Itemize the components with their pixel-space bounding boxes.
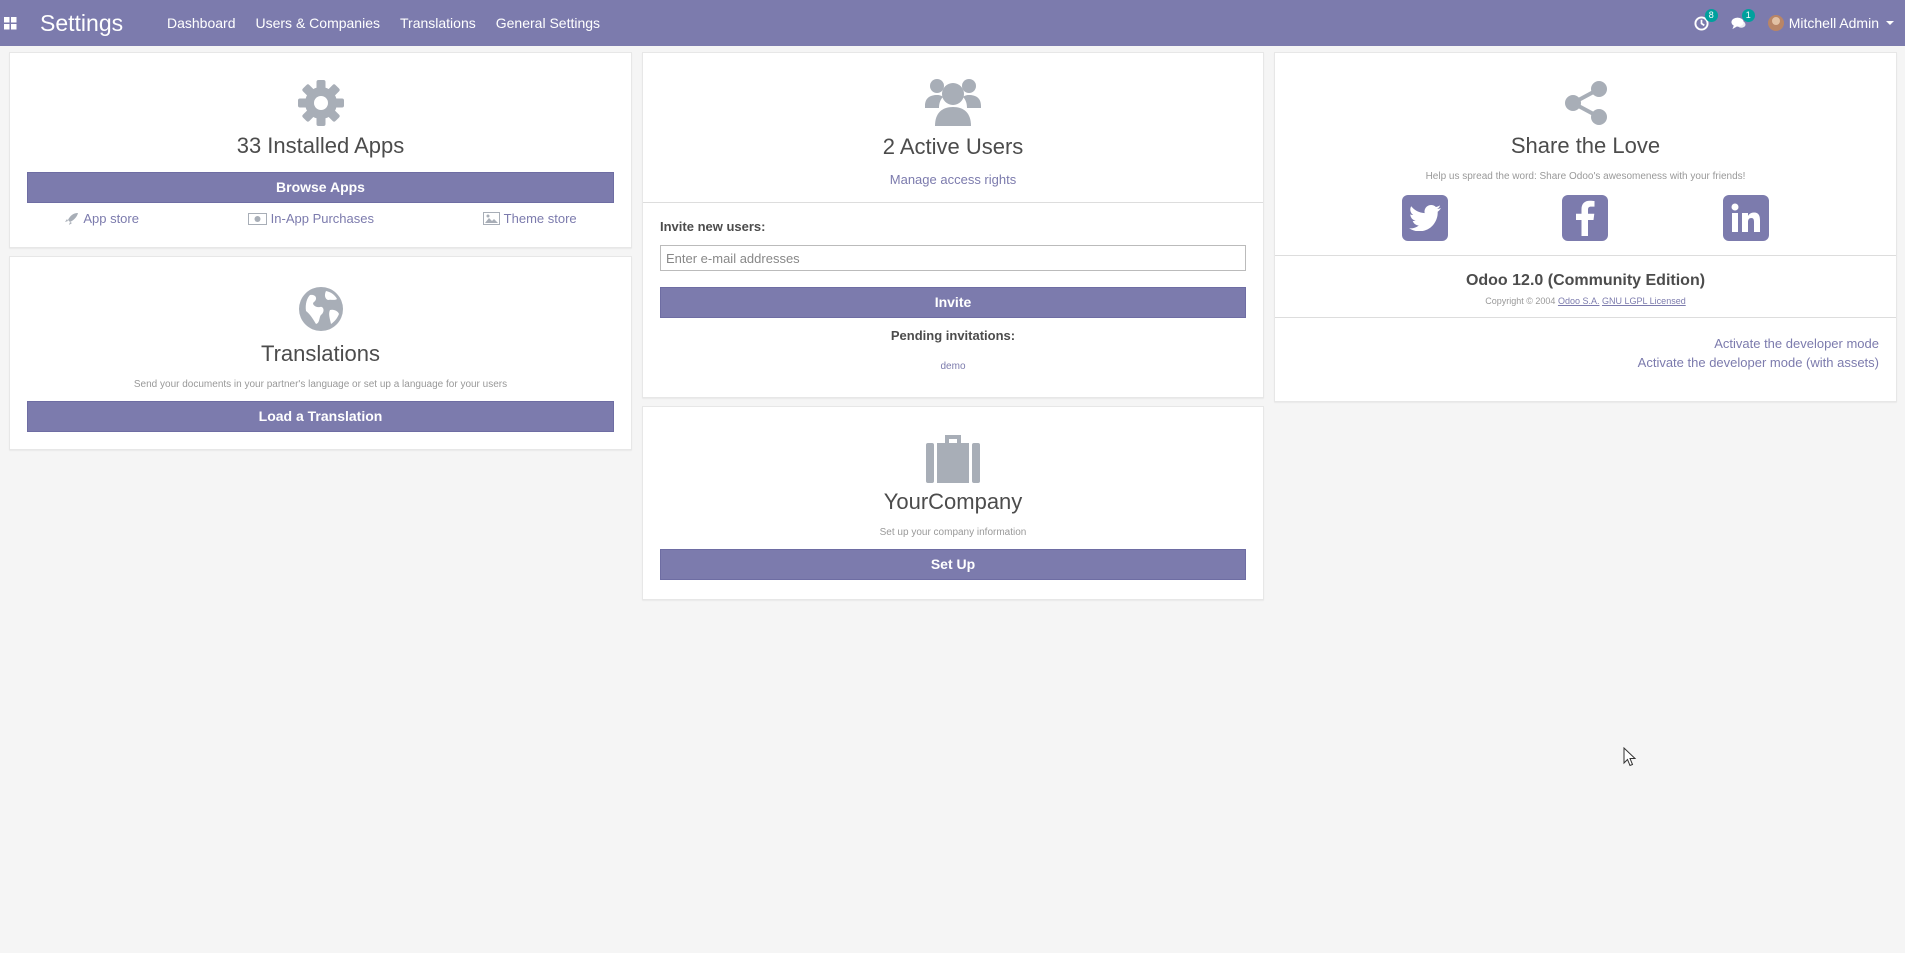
active-users-title: 2 Active Users: [882, 134, 1024, 159]
divider: [643, 202, 1263, 203]
invite-label: Invite new users:: [660, 219, 766, 234]
store-links: App store In-App Purchases Theme store: [10, 211, 631, 226]
main-menu: Dashboard Users & Companies Translations…: [151, 0, 610, 46]
apps-menu-icon[interactable]: [1, 0, 19, 46]
browse-apps-button[interactable]: Browse Apps: [27, 172, 614, 203]
twitter-icon[interactable]: [1402, 195, 1449, 241]
linkedin-icon[interactable]: [1722, 195, 1769, 241]
menu-translations[interactable]: Translations: [390, 0, 486, 46]
messaging-menu[interactable]: 1: [1731, 8, 1755, 31]
user-menu[interactable]: Mitchell Admin: [1767, 15, 1894, 31]
version-title: Odoo 12.0 (Community Edition): [1465, 272, 1706, 289]
in-app-purchases-link[interactable]: In-App Purchases: [247, 211, 374, 226]
gear-icon: [10, 80, 631, 126]
messages-badge: 1: [1741, 8, 1755, 22]
menu-users-companies[interactable]: Users & Companies: [246, 0, 391, 46]
facebook-icon[interactable]: [1562, 195, 1609, 241]
globe-icon: [10, 286, 631, 332]
share-title: Share the Love: [1510, 133, 1661, 158]
users-card: 2 Active Users Manage access rights Invi…: [642, 52, 1264, 398]
copyright: Copyright © 2004 Odoo S.A. GNU LGPL Lice…: [1485, 296, 1686, 306]
company-title: YourCompany: [883, 489, 1023, 514]
theme-store-link[interactable]: Theme store: [482, 211, 577, 226]
users-icon: [643, 76, 1263, 128]
menu-general-settings[interactable]: General Settings: [486, 0, 610, 46]
app-title: Settings: [40, 9, 124, 36]
user-name: Mitchell Admin: [1788, 15, 1879, 31]
installed-apps-card: 33 Installed Apps Browse Apps App store …: [9, 52, 632, 248]
odoo-sa-link[interactable]: Odoo S.A.: [1558, 296, 1600, 306]
activate-developer-mode-assets-link[interactable]: Activate the developer mode (with assets…: [1275, 353, 1879, 372]
invite-button[interactable]: Invite: [660, 287, 1246, 318]
pending-invitations-label: Pending invitations:: [890, 328, 1016, 343]
share-subtitle: Help us spread the word: Share Odoo's aw…: [1425, 171, 1746, 182]
installed-apps-title: 33 Installed Apps: [236, 133, 405, 158]
license-link[interactable]: GNU LGPL Licensed: [1602, 296, 1686, 306]
invite-email-input[interactable]: [660, 245, 1246, 271]
company-card: YourCompany Set up your company informat…: [642, 406, 1264, 600]
share-card: Share the Love Help us spread the word: …: [1274, 52, 1897, 402]
divider: [1275, 317, 1896, 318]
activity-badge: 8: [1704, 8, 1718, 22]
avatar: [1767, 15, 1784, 31]
activity-menu[interactable]: 8: [1694, 8, 1718, 31]
translations-card: Translations Send your documents in your…: [9, 256, 632, 450]
mouse-cursor-icon: [1623, 746, 1637, 772]
systray: 8 1 Mitchell Admin: [1694, 0, 1905, 46]
chevron-down-icon: [1886, 21, 1894, 25]
picture-icon: [482, 212, 500, 225]
share-icon: [1275, 80, 1896, 126]
money-icon: [247, 212, 267, 225]
company-subtitle: Set up your company information: [879, 527, 1027, 538]
translations-subtitle: Send your documents in your partner's la…: [133, 379, 508, 390]
briefcase-icon: [643, 435, 1263, 483]
pending-user-link[interactable]: demo: [660, 361, 1246, 372]
set-up-button[interactable]: Set Up: [660, 549, 1246, 580]
activate-developer-mode-link[interactable]: Activate the developer mode: [1275, 334, 1879, 353]
translations-title: Translations: [260, 341, 380, 366]
social-row: [1275, 195, 1896, 241]
manage-access-rights-link[interactable]: Manage access rights: [643, 172, 1263, 187]
divider: [1275, 255, 1896, 256]
app-store-link[interactable]: App store: [64, 211, 139, 226]
menu-dashboard[interactable]: Dashboard: [151, 0, 246, 46]
rocket-icon: [65, 212, 79, 225]
load-translation-button[interactable]: Load a Translation: [27, 401, 614, 432]
developer-mode-links: Activate the developer mode Activate the…: [1275, 334, 1896, 372]
top-navbar: Settings Dashboard Users & Companies Tra…: [0, 0, 1905, 46]
